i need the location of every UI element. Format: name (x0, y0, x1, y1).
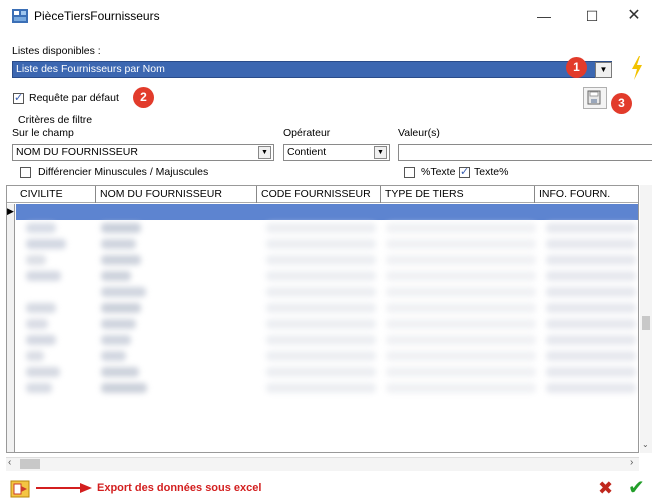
save-query-button[interactable] (583, 87, 607, 109)
results-grid[interactable]: CIVILITE NOM DU FOURNISSEUR CODE FOURNIS… (6, 185, 639, 453)
case-sensitive-label: Différencier Minuscules / Majuscules (38, 166, 209, 178)
badge-3: 3 (611, 93, 632, 114)
table-row[interactable] (16, 268, 638, 284)
scroll-down-icon[interactable]: ⌄ (642, 440, 649, 449)
close-button[interactable]: ✕ (614, 4, 652, 28)
table-row[interactable] (16, 316, 638, 332)
horizontal-scroll-thumb[interactable] (20, 459, 40, 469)
case-sensitive-checkbox[interactable] (20, 167, 31, 178)
ok-check-icon[interactable]: ✔ (628, 475, 645, 500)
chevron-down-icon[interactable]: ▼ (595, 62, 612, 78)
maximize-button[interactable]: ☐ (572, 4, 612, 28)
default-query-checkbox[interactable] (13, 91, 24, 104)
field-select[interactable]: NOM DU FOURNISSEUR ▼ (12, 144, 274, 161)
vertical-scroll-thumb[interactable] (642, 316, 650, 330)
save-icon (587, 90, 601, 105)
column-header-nom[interactable]: NOM DU FOURNISSEUR (96, 186, 257, 203)
lists-label: Listes disponibles : (12, 45, 101, 57)
chevron-down-icon[interactable]: ▼ (374, 146, 387, 159)
app-icon (12, 9, 28, 23)
prefix-wildcard-checkbox[interactable] (404, 167, 415, 178)
table-row[interactable] (16, 364, 638, 380)
column-header-info[interactable]: INFO. FOURN. (535, 186, 638, 203)
list-select[interactable]: Liste des Fournisseurs par Nom (12, 61, 612, 78)
table-row[interactable] (16, 300, 638, 316)
suffix-wildcard-checkbox[interactable] (459, 165, 470, 178)
operator-select[interactable]: Contient ▼ (283, 144, 390, 161)
chevron-down-icon[interactable]: ▼ (258, 146, 271, 159)
column-header-code[interactable]: CODE FOURNISSEUR (257, 186, 381, 203)
arrow-right-icon (36, 483, 92, 493)
column-header-type[interactable]: TYPE DE TIERS (381, 186, 535, 203)
operator-select-value: Contient (287, 146, 327, 158)
table-row[interactable] (16, 332, 638, 348)
field-select-value: NOM DU FOURNISSEUR (16, 146, 138, 158)
operator-label: Opérateur (283, 127, 331, 139)
window-title: PièceTiersFournisseurs (34, 9, 160, 23)
export-label: Export des données sous excel (97, 482, 262, 494)
prefix-wildcard-label: %Texte (421, 166, 456, 178)
value-input[interactable] (398, 144, 652, 161)
scroll-right-icon[interactable]: › (630, 457, 633, 468)
filter-criteria-title: Critères de filtre (18, 114, 93, 126)
horizontal-scrollbar[interactable] (6, 457, 639, 471)
table-row[interactable] (16, 252, 638, 268)
table-row[interactable] (16, 284, 638, 300)
minimize-button[interactable]: — (524, 4, 564, 28)
value-label: Valeur(s) (398, 127, 440, 139)
table-row[interactable] (16, 380, 638, 396)
current-row-arrow-icon: ▶ (7, 206, 14, 216)
table-row[interactable] (16, 348, 638, 364)
list-select-value: Liste des Fournisseurs par Nom (16, 63, 165, 75)
badge-2: 2 (133, 87, 154, 108)
lightning-icon[interactable] (630, 56, 644, 80)
field-label: Sur le champ (12, 127, 74, 139)
row-selector-column (7, 204, 15, 452)
default-query-label: Requête par défaut (29, 92, 119, 104)
export-excel-icon[interactable] (10, 480, 30, 498)
badge-1: 1 (566, 57, 587, 78)
table-row[interactable] (16, 204, 638, 220)
suffix-wildcard-label: Texte% (474, 166, 509, 178)
table-row[interactable] (16, 236, 638, 252)
column-header-civilite[interactable]: CIVILITE (16, 186, 96, 203)
cancel-icon[interactable]: ✖ (598, 478, 613, 499)
scroll-left-icon[interactable]: ‹ (8, 457, 11, 468)
table-row[interactable] (16, 220, 638, 236)
grid-header: CIVILITE NOM DU FOURNISSEUR CODE FOURNIS… (7, 186, 638, 203)
